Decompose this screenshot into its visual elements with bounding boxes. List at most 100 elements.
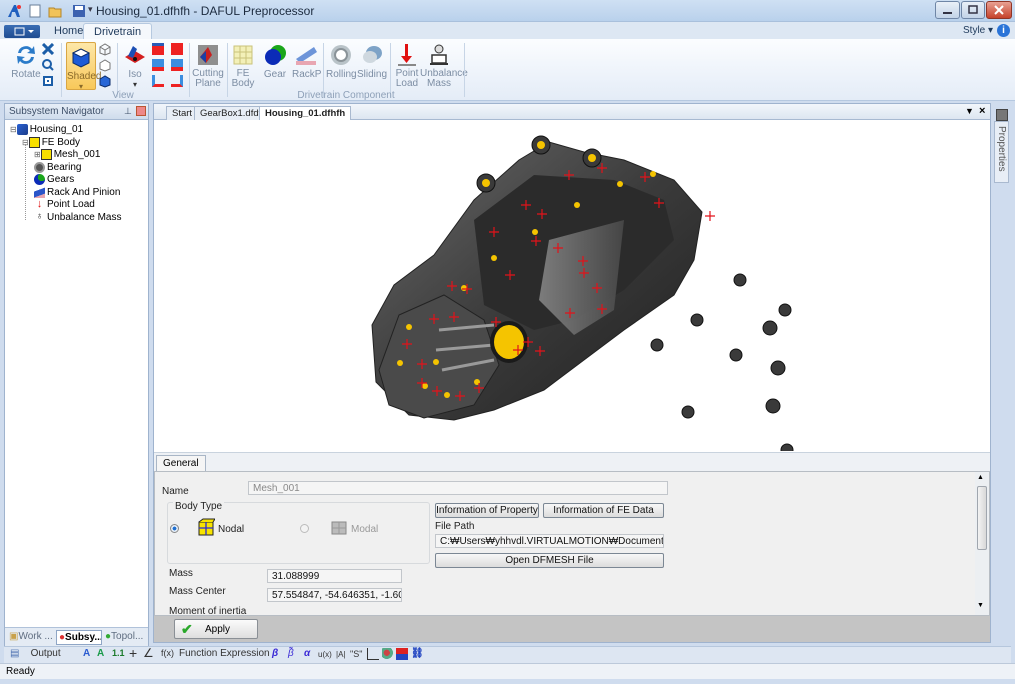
rotate-button[interactable]: Rotate [10,43,42,80]
unbalance-mass-button[interactable]: Unbalance Mass [420,43,458,89]
doc-list-dropdown-icon[interactable]: ▼ [965,106,974,116]
point-load-button[interactable]: Point Load [394,43,420,89]
shaded-cube-icon [69,45,93,69]
help-info-icon[interactable]: i [997,24,1010,37]
alpha-icon[interactable]: α [304,648,310,662]
bottom-view-icon[interactable] [171,59,183,71]
function-expression-label[interactable]: Function Expression [179,648,270,662]
modal-radio[interactable] [300,524,309,533]
name-label: Name [162,486,189,497]
tree-item-fe-body[interactable]: ⊟FE Body [10,137,146,150]
doc-tab-housing[interactable]: Housing_01.dfhfh [259,106,351,121]
pin-icon[interactable]: ⊥ [124,106,132,117]
new-file-icon[interactable] [28,4,42,18]
tree-item-gears[interactable]: Gears [10,174,146,187]
rotate-icon [14,43,38,67]
chain-icon[interactable]: ⛓ [411,648,423,660]
maximize-button[interactable] [961,1,985,19]
navigator-close-icon[interactable] [136,106,146,116]
rack-pinion-icon [34,187,45,198]
3d-viewport[interactable] [154,120,990,451]
marker-tool-icon[interactable]: A [83,648,90,662]
scroll-thumb[interactable] [977,486,987,550]
properties-side-tab[interactable]: Properties [994,121,1009,183]
tree-item-bearing[interactable]: Bearing [10,162,146,175]
shaded-edge-icon[interactable] [98,75,111,88]
point-load-label: Point Load [394,69,420,89]
unbalance-mass-icon: ♁ [34,212,45,223]
close-button[interactable] [986,1,1012,19]
back-view-icon[interactable] [171,43,183,55]
cutting-plane-button[interactable]: Cutting Plane [192,43,224,89]
iso-label: Iso [128,69,141,80]
function-icon[interactable]: f(x) [161,648,174,662]
apply-button[interactable]: ✔ Apply [174,619,258,639]
output-toolbar: ▤ Output A A 1.1 + ∠ f(x) Function Expre… [4,646,1011,663]
rackp-button[interactable]: RackP [292,43,320,80]
wireframe-icon[interactable] [98,43,111,56]
beta-tilde-icon[interactable]: β̃ [288,648,294,662]
save-icon[interactable] [72,4,86,18]
properties-dock-icon[interactable] [996,109,1008,121]
beta-icon[interactable]: β [272,648,278,662]
shaded-label: Shaded [67,71,101,82]
tab-general[interactable]: General [156,455,206,472]
information-of-property-button[interactable]: Information of Property [435,503,539,518]
angle-icon[interactable]: ∠ [143,646,154,660]
name-field[interactable]: Mesh_001 [248,481,668,495]
mass-center-field[interactable]: 57.554847, -54.646351, -1.60558 [267,588,402,602]
properties-side-label: Properties [996,126,1007,172]
zoom-icon[interactable] [42,59,54,71]
ux-icon[interactable]: u(x) [318,650,332,664]
fit-close-icon[interactable] [42,43,54,55]
hidden-line-icon[interactable] [98,59,111,72]
left-view-icon[interactable] [152,75,164,87]
nodal-radio[interactable] [170,524,179,533]
tree-item-point-load[interactable]: ↓Point Load [10,199,146,212]
mass-field[interactable]: 31.088999 [267,569,402,583]
iso-button[interactable]: Iso ▾ [122,43,148,89]
right-view-icon[interactable] [171,75,183,87]
plus-icon[interactable]: + [129,645,137,659]
top-view-icon[interactable] [152,59,164,71]
layers-icon[interactable] [396,648,408,660]
shaded-button[interactable]: Shaded ▾ [66,42,96,90]
marker-tool2-icon[interactable]: A [97,648,104,662]
doc-close-icon[interactable]: × [979,105,985,117]
tab-subsystem[interactable]: ●Subsy... [56,630,102,645]
tab-workspace[interactable]: ▣Work ... [7,630,55,645]
open-dfmesh-file-button[interactable]: Open DFMESH File [435,553,664,568]
application-menu-button[interactable] [4,25,40,38]
file-path-label: File Path [435,521,474,532]
open-folder-icon[interactable] [48,4,62,18]
fit-view-icon[interactable] [42,75,54,87]
style-menu[interactable]: Style ▾ [963,25,993,36]
rolling-button[interactable]: Rolling [326,43,356,80]
tree-item-mesh[interactable]: ⊞Mesh_001 [10,149,146,162]
gear-icon [263,43,287,67]
scroll-up-icon[interactable]: ▲ [977,474,984,481]
string-icon[interactable]: "S" [350,649,362,663]
gear-button[interactable]: Gear [262,43,288,80]
property-vertical-scrollbar[interactable]: ▲ ▼ [975,472,989,615]
gears-icon [34,174,45,185]
scroll-down-icon[interactable]: ▼ [977,602,984,609]
file-path-field[interactable]: C:₩Users₩yhhvdl.VIRTUALMOTION₩Documents₩… [435,534,664,548]
tree-item-unbalance-mass[interactable]: ♁Unbalance Mass [10,212,146,225]
fe-body-button[interactable]: FE Body [230,43,256,89]
numeric-icon[interactable]: 1.1 [112,648,125,662]
information-of-fe-data-button[interactable]: Information of FE Data [543,503,664,518]
sliding-button[interactable]: Sliding [357,43,387,80]
bearing-icon [34,162,45,173]
abs-icon[interactable]: |A| [336,650,346,664]
tree-item-housing[interactable]: ⊟Housing_01 [10,124,146,137]
components-icon[interactable] [382,648,394,660]
tab-drivetrain[interactable]: Drivetrain [83,23,152,40]
output-tab[interactable]: ▤ Output [10,648,61,662]
node-marker [705,211,715,221]
tab-topology[interactable]: ●Topol... [103,630,147,645]
minimize-button[interactable] [935,1,960,19]
plot-icon[interactable] [367,648,379,660]
tree-item-rack-pinion[interactable]: Rack And Pinion [10,187,146,200]
front-view-icon[interactable] [152,43,164,55]
